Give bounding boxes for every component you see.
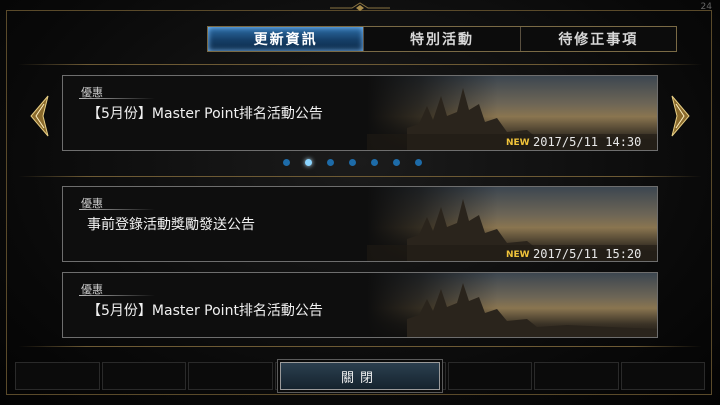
header-divider xyxy=(18,64,702,65)
bottom-menu-item xyxy=(620,362,705,390)
bottom-menu-item xyxy=(534,362,619,390)
tab-bar: 更新資訊 特別活動 待修正事項 xyxy=(207,26,677,52)
pagination-dot[interactable] xyxy=(371,159,378,166)
new-badge: NEW xyxy=(506,138,530,148)
status-indicator: 24 xyxy=(700,2,712,12)
top-ornament-icon xyxy=(330,2,390,14)
pagination-dot[interactable] xyxy=(415,159,422,166)
notice-title: 事前登錄活動獎勵發送公告 xyxy=(87,217,255,233)
tab-pending-fixes[interactable]: 待修正事項 xyxy=(519,27,676,51)
notice-title: 【5月份】Master Point排名活動公告 xyxy=(87,106,323,122)
notice-card[interactable]: 優惠 事前登錄活動獎勵發送公告 NEW 2017/5/11 15:20 xyxy=(62,186,658,262)
prev-arrow-icon[interactable] xyxy=(28,94,50,138)
new-badge: NEW xyxy=(506,250,530,260)
bottom-menu-item xyxy=(447,362,532,390)
pagination-dot[interactable] xyxy=(393,159,400,166)
notice-card[interactable]: 優惠 【5月份】Master Point排名活動公告 xyxy=(62,272,658,338)
bottom-menu-item xyxy=(188,362,273,390)
bottom-menu-item xyxy=(101,362,186,390)
notice-date: 2017/5/11 14:30 xyxy=(533,135,642,149)
bottom-menu-item xyxy=(15,362,100,390)
tag-underline xyxy=(79,209,155,210)
carousel-pagination xyxy=(283,159,422,166)
pagination-dot[interactable] xyxy=(327,159,334,166)
next-arrow-icon[interactable] xyxy=(670,94,692,138)
tag-underline xyxy=(79,295,155,296)
pagination-dot[interactable] xyxy=(305,159,312,166)
close-button[interactable]: 關閉 xyxy=(280,362,440,390)
tab-special-events[interactable]: 特別活動 xyxy=(363,27,519,51)
notice-date: 2017/5/11 15:20 xyxy=(533,247,642,261)
pagination-dot[interactable] xyxy=(283,159,290,166)
notice-card-featured[interactable]: 優惠 【5月份】Master Point排名活動公告 NEW 2017/5/11… xyxy=(62,75,658,151)
castle-banner-image xyxy=(367,273,657,337)
footer-divider xyxy=(18,346,702,347)
notice-title: 【5月份】Master Point排名活動公告 xyxy=(87,303,323,319)
carousel-divider xyxy=(18,176,702,177)
tab-update-info[interactable]: 更新資訊 xyxy=(208,27,364,51)
tag-underline xyxy=(79,98,155,99)
pagination-dot[interactable] xyxy=(349,159,356,166)
